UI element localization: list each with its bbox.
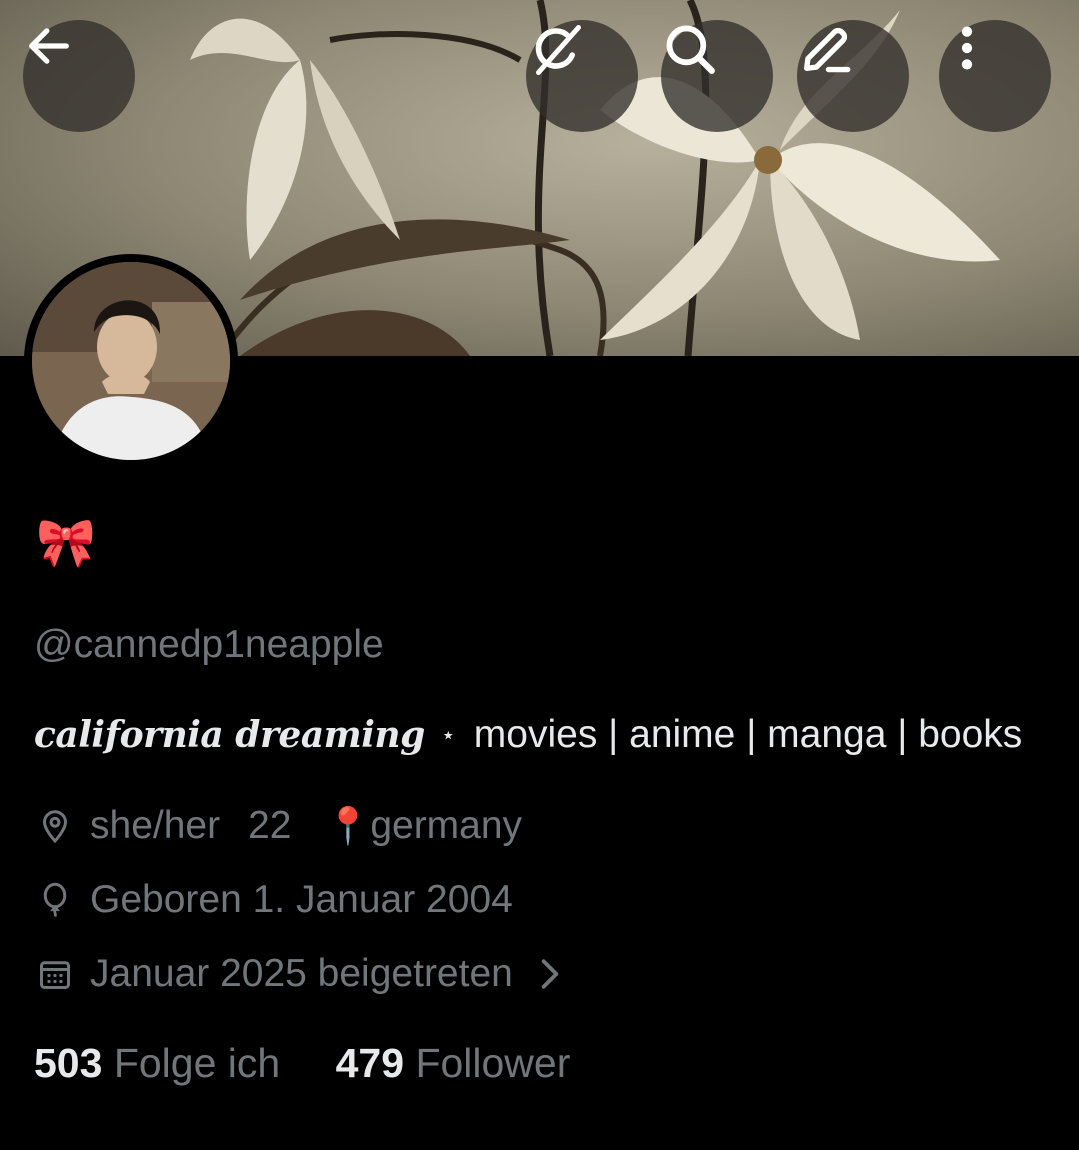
- search-button[interactable]: [661, 20, 773, 132]
- pin-emoji: 📍: [325, 805, 371, 846]
- birthday-row: Geboren 1. Januar 2004: [36, 876, 513, 924]
- more-button[interactable]: [939, 20, 1051, 132]
- location-pin-icon: [36, 807, 74, 845]
- followers-label: Follower: [415, 1040, 571, 1086]
- chevron-right-icon[interactable]: [537, 957, 563, 991]
- grok-icon: [535, 25, 581, 75]
- edit-button[interactable]: [797, 20, 909, 132]
- pencil-icon: [804, 27, 851, 73]
- avatar[interactable]: [24, 254, 238, 468]
- bio-text: movies | anime | manga | books: [473, 713, 1023, 756]
- avatar-image: [32, 262, 230, 460]
- following-count: 503: [34, 1040, 103, 1086]
- grok-button[interactable]: [526, 20, 638, 132]
- bio-italic-text: california dreaming: [34, 714, 425, 756]
- more-vertical-icon: [961, 26, 973, 70]
- following-link[interactable]: 503 Folge ich: [34, 1040, 280, 1086]
- back-button[interactable]: [23, 20, 135, 132]
- following-label: Folge ich: [113, 1040, 281, 1086]
- followers-count: 479: [335, 1040, 405, 1086]
- arrow-left-icon: [29, 28, 69, 64]
- location-country: germany: [370, 804, 523, 847]
- profile-bio: california dreaming ⋆ movies | anime | man…: [34, 710, 1022, 765]
- pronouns: she/her: [90, 804, 221, 847]
- calendar-icon: [36, 955, 74, 993]
- bio-separator: ⋆: [440, 722, 456, 749]
- follow-stats: 503 Folge ich 479 Follower: [34, 1038, 570, 1088]
- joined-row[interactable]: Januar 2025 beigetreten: [36, 950, 563, 998]
- location-row: she/her 22 📍 germany: [36, 802, 522, 850]
- age: 22: [248, 804, 292, 847]
- profile-handle: @cannedp1neapple: [34, 623, 384, 666]
- balloon-icon: [36, 881, 74, 919]
- birthday-text: Geboren 1. Januar 2004: [90, 878, 513, 921]
- search-icon: [666, 25, 715, 74]
- display-name: 🎀: [36, 517, 96, 570]
- followers-link[interactable]: 479 Follower: [336, 1040, 571, 1086]
- joined-text: Januar 2025 beigetreten: [90, 952, 513, 995]
